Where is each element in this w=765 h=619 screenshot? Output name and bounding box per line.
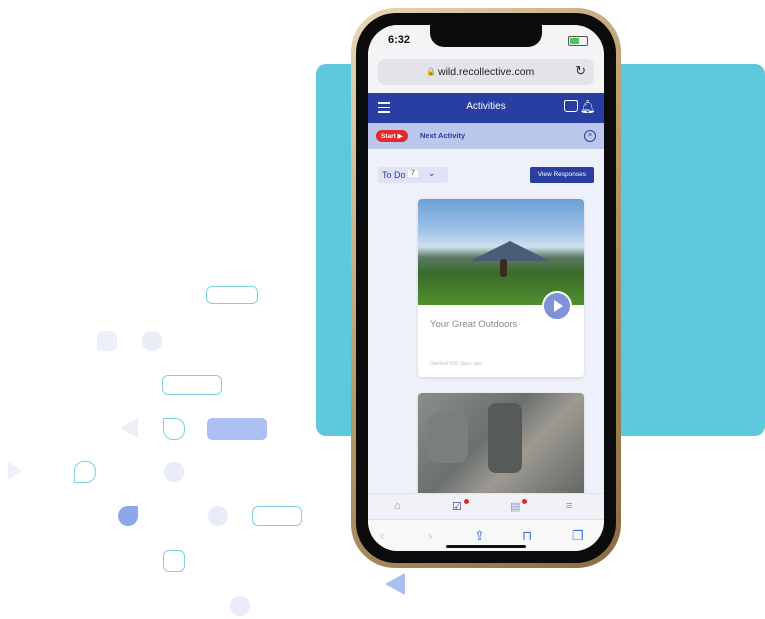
hiker-figure xyxy=(500,259,507,277)
list-icon[interactable]: ≡ xyxy=(566,500,572,512)
home-icon[interactable]: ⌂ xyxy=(394,500,401,512)
activity-card[interactable]: Your Great Outdoors Started 000 days ago xyxy=(418,199,584,377)
phone-frame: 6:32 🔒 wild.recollective.com ↻ Activitie… xyxy=(351,8,621,568)
home-indicator xyxy=(446,545,526,548)
inbox-icon[interactable] xyxy=(564,100,578,112)
battery-icon xyxy=(568,36,588,46)
tasks-icon[interactable]: ☑ xyxy=(452,500,462,513)
browser-url-bar: 🔒 wild.recollective.com ↻ xyxy=(368,53,604,93)
lock-icon: 🔒 xyxy=(426,67,436,76)
decorative-triangle xyxy=(8,462,22,480)
decorative-bubble-small xyxy=(163,418,185,440)
chat-icon[interactable]: ▤ xyxy=(510,500,520,513)
next-activity-label: Next Activity xyxy=(420,131,466,140)
decorative-leaf xyxy=(118,506,138,526)
back-icon[interactable]: ‹ xyxy=(380,528,384,543)
app-header: Activities 🔔︎ xyxy=(368,93,604,123)
decorative-filled-pill xyxy=(207,418,267,440)
todo-count-badge: 7 xyxy=(408,170,418,177)
decorative-square-outline xyxy=(163,550,185,572)
play-icon[interactable] xyxy=(542,291,572,321)
decorative-square xyxy=(97,331,117,351)
activity-card-image xyxy=(418,199,584,305)
decorative-speech-bubble xyxy=(206,286,258,304)
chevron-down-icon: ⌄ xyxy=(428,168,436,178)
decorative-speech-bubble xyxy=(162,375,222,395)
decorative-triangle xyxy=(120,418,138,438)
notification-dot xyxy=(464,499,469,504)
mountain-shape xyxy=(470,241,550,261)
todo-label: To Do xyxy=(382,170,406,180)
activity-card[interactable] xyxy=(418,393,584,503)
forward-icon[interactable]: › xyxy=(428,528,432,543)
app-tab-bar: ⌂ ☑ ▤ ≡ xyxy=(368,493,604,520)
bell-icon[interactable]: 🔔︎ xyxy=(579,99,596,115)
todo-filter-dropdown[interactable]: To Do 7 ⌄ xyxy=(378,167,448,183)
next-activity-bar[interactable]: Start ▶ Next Activity × xyxy=(368,123,604,149)
decorative-dot xyxy=(142,331,162,351)
decorative-dot xyxy=(230,596,250,616)
decorative-speech-bubble xyxy=(252,506,302,526)
start-button[interactable]: Start ▶ xyxy=(376,130,408,142)
activity-card-image xyxy=(418,393,584,503)
notification-dot xyxy=(522,499,527,504)
phone-screen: 6:32 🔒 wild.recollective.com ↻ Activitie… xyxy=(368,25,604,551)
decorative-dot xyxy=(164,462,184,482)
phone-notch xyxy=(430,25,542,47)
share-icon[interactable]: ⇪ xyxy=(474,528,485,544)
decorative-triangle xyxy=(385,573,405,595)
activity-card-meta: Started 000 days ago xyxy=(430,361,483,367)
bookmarks-icon[interactable]: ⊓ xyxy=(522,528,532,544)
reload-icon[interactable]: ↻ xyxy=(575,63,586,79)
view-responses-button[interactable]: View Responses xyxy=(529,167,594,183)
status-time: 6:32 xyxy=(388,34,411,46)
tabs-icon[interactable]: ❐ xyxy=(572,528,584,544)
activity-card-title: Your Great Outdoors xyxy=(430,319,518,330)
address-field[interactable]: 🔒 wild.recollective.com ↻ xyxy=(378,59,594,85)
decorative-bubble-small xyxy=(74,461,96,483)
decorative-dot xyxy=(208,506,228,526)
close-icon[interactable]: × xyxy=(584,130,596,142)
url-text: wild.recollective.com xyxy=(438,66,535,78)
